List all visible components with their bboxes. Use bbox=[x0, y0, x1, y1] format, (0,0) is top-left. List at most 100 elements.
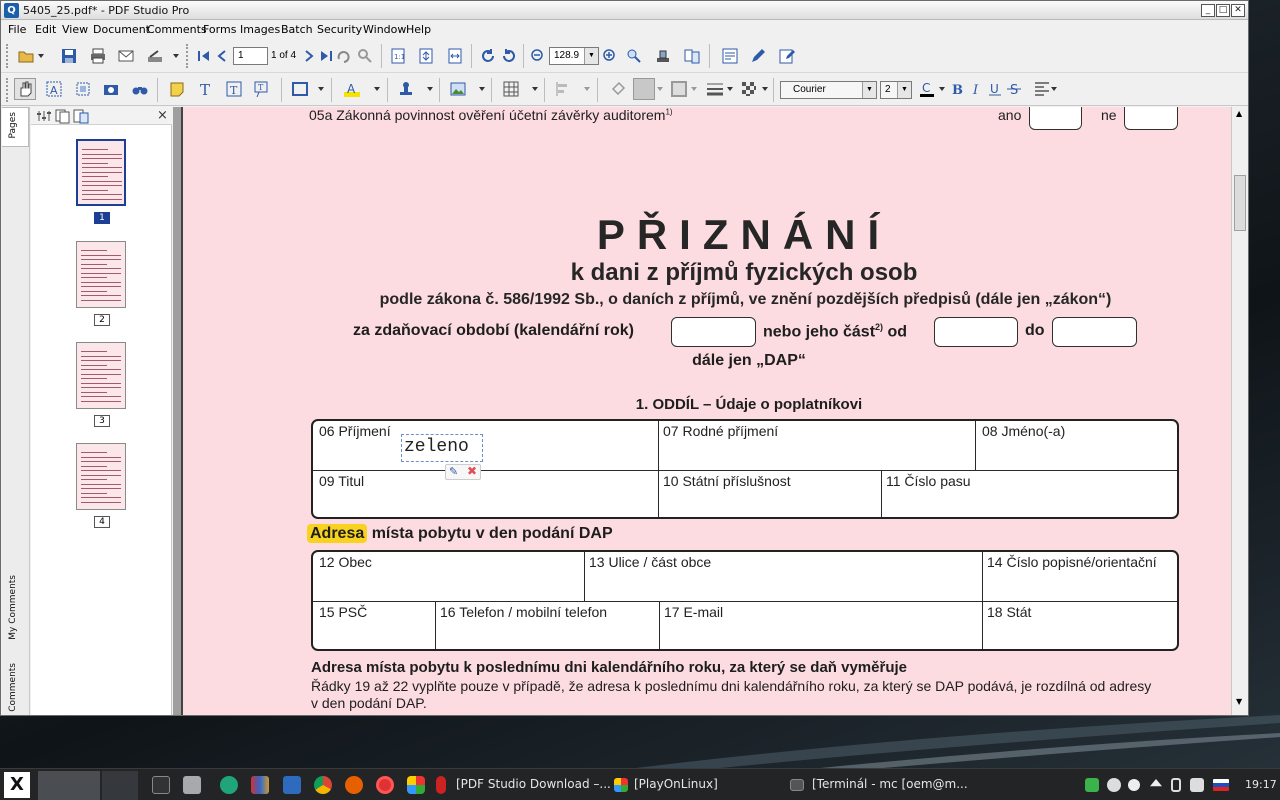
callout-icon[interactable]: T bbox=[251, 78, 273, 100]
chevron-down-icon[interactable]: ▼ bbox=[862, 82, 876, 98]
ano-checkbox[interactable] bbox=[1029, 107, 1082, 130]
grid-icon[interactable] bbox=[500, 78, 522, 100]
network-icon[interactable] bbox=[1107, 778, 1121, 792]
menu-batch[interactable]: Batch bbox=[281, 23, 313, 36]
volume-icon[interactable] bbox=[1190, 778, 1204, 792]
close-panel-icon[interactable]: × bbox=[157, 108, 168, 123]
menu-edit[interactable]: Edit bbox=[35, 23, 56, 36]
scan-dropdown-icon[interactable] bbox=[172, 45, 179, 67]
opera-task-icon[interactable] bbox=[436, 776, 446, 794]
scroll-down-icon[interactable]: ▼ bbox=[1236, 697, 1242, 706]
edit-form-icon[interactable] bbox=[776, 45, 798, 67]
ne-checkbox[interactable] bbox=[1124, 107, 1178, 130]
menu-images[interactable]: Images bbox=[240, 23, 280, 36]
menu-view[interactable]: View bbox=[62, 23, 88, 36]
line-dropdown-icon[interactable] bbox=[726, 78, 733, 100]
opacity-dropdown-icon[interactable] bbox=[761, 78, 768, 100]
scroll-up-icon[interactable]: ▲ bbox=[1236, 109, 1242, 118]
fit-page-icon[interactable] bbox=[415, 45, 437, 67]
text-tool-icon[interactable]: T bbox=[195, 78, 217, 100]
tab-comments[interactable]: Comments bbox=[8, 663, 18, 712]
period-to-field[interactable] bbox=[1052, 317, 1137, 347]
scroll-thumb[interactable] bbox=[1234, 175, 1246, 231]
previous-page-icon[interactable] bbox=[211, 45, 233, 67]
fit-width-icon[interactable] bbox=[444, 45, 466, 67]
border-dropdown-icon[interactable] bbox=[690, 78, 697, 100]
menu-security[interactable]: Security bbox=[317, 23, 362, 36]
highlight-icon[interactable]: A bbox=[341, 78, 363, 100]
go-back-icon[interactable] bbox=[332, 45, 354, 67]
opacity-icon[interactable] bbox=[738, 78, 760, 100]
zoom-combo[interactable]: 128.9 ▼ bbox=[549, 47, 599, 65]
font-color-icon[interactable]: C bbox=[916, 78, 938, 100]
tab-pages-label[interactable]: Pages bbox=[8, 112, 18, 138]
period-from-field[interactable] bbox=[934, 317, 1018, 347]
page-thumbnail-2[interactable] bbox=[76, 241, 126, 308]
zoom-tool-icon[interactable] bbox=[623, 45, 645, 67]
task-pdf-studio-download[interactable]: [PDF Studio Download –... bbox=[456, 777, 611, 791]
text-select-icon[interactable]: A bbox=[43, 78, 65, 100]
zoom-in-icon[interactable] bbox=[599, 45, 621, 67]
menu-help[interactable]: Help bbox=[406, 23, 431, 36]
font-size-select[interactable]: 2 ▼ bbox=[880, 81, 912, 99]
stamp-dropdown-icon[interactable] bbox=[426, 78, 433, 100]
open-dropdown-icon[interactable] bbox=[37, 45, 44, 67]
area-select-icon[interactable] bbox=[72, 78, 94, 100]
image-dropdown-icon[interactable] bbox=[478, 78, 485, 100]
menu-document[interactable]: Document bbox=[93, 23, 150, 36]
save-icon[interactable] bbox=[58, 45, 80, 67]
menu-comments[interactable]: Comments bbox=[147, 23, 207, 36]
fill-color-icon[interactable] bbox=[607, 78, 629, 100]
extract-page-icon[interactable] bbox=[70, 105, 92, 127]
grid-dropdown-icon[interactable] bbox=[531, 78, 538, 100]
align-icon[interactable] bbox=[552, 78, 574, 100]
shape-dropdown-icon[interactable] bbox=[317, 78, 324, 100]
maximize-button[interactable]: □ bbox=[1216, 4, 1230, 17]
terminal-task-icon[interactable] bbox=[790, 779, 804, 791]
search-highlight[interactable]: Adresa bbox=[307, 524, 368, 543]
menu-window[interactable]: Window bbox=[363, 23, 406, 36]
office-icon[interactable] bbox=[283, 776, 301, 794]
zoom-out-icon[interactable] bbox=[527, 45, 549, 67]
form-fields-icon[interactable] bbox=[719, 45, 741, 67]
rotate-clockwise-icon[interactable] bbox=[477, 45, 499, 67]
archive-icon[interactable] bbox=[251, 776, 269, 794]
page-thumbnail-3[interactable] bbox=[76, 342, 126, 409]
start-menu-icon[interactable]: X bbox=[4, 772, 30, 798]
task-playonlinux[interactable]: [PlayOnLinux] bbox=[634, 777, 718, 791]
actual-size-icon[interactable]: 1:1 bbox=[387, 45, 409, 67]
rectangle-icon[interactable] bbox=[289, 78, 311, 100]
fill-swatch[interactable] bbox=[633, 78, 655, 100]
page-number-input[interactable]: 1 bbox=[233, 47, 268, 65]
font-family-select[interactable]: Courier ▼ bbox=[780, 81, 877, 99]
edit-annotation-icon[interactable]: ✎ bbox=[449, 465, 458, 478]
keyboard-layout-flag-icon[interactable] bbox=[1213, 779, 1229, 791]
image-icon[interactable] bbox=[447, 78, 469, 100]
email-icon[interactable] bbox=[115, 45, 137, 67]
eject-icon[interactable] bbox=[1150, 779, 1162, 787]
text-align-dropdown-icon[interactable] bbox=[1050, 78, 1057, 100]
fill-dropdown-icon[interactable] bbox=[656, 78, 663, 100]
sign-icon[interactable] bbox=[747, 45, 769, 67]
tax-year-field[interactable] bbox=[671, 317, 756, 347]
markup-dropdown-icon[interactable] bbox=[373, 78, 380, 100]
font-color-dropdown-icon[interactable] bbox=[938, 78, 945, 100]
add-note-icon[interactable] bbox=[166, 78, 188, 100]
chevron-down-icon[interactable]: ▼ bbox=[897, 82, 911, 98]
rotate-counterclockwise-icon[interactable] bbox=[498, 45, 520, 67]
snapshot-icon[interactable] bbox=[100, 78, 122, 100]
compare-icon[interactable] bbox=[681, 45, 703, 67]
terminal-icon[interactable] bbox=[152, 776, 170, 794]
paperclip-icon[interactable] bbox=[1171, 778, 1181, 792]
app-pinwheel-icon[interactable] bbox=[407, 776, 425, 794]
close-button[interactable]: ✕ bbox=[1231, 4, 1245, 17]
open-icon[interactable] bbox=[15, 45, 37, 67]
app-green-icon[interactable] bbox=[220, 776, 238, 794]
text-annotation[interactable]: zeleno bbox=[401, 434, 483, 462]
minimize-button[interactable]: _ bbox=[1201, 4, 1215, 17]
textbox-icon[interactable]: T bbox=[223, 78, 245, 100]
opera-icon[interactable] bbox=[376, 776, 394, 794]
page-thumbnail-4[interactable] bbox=[76, 443, 126, 510]
tab-my-comments[interactable]: My Comments bbox=[8, 575, 18, 640]
delete-annotation-icon[interactable]: ✖ bbox=[467, 464, 477, 478]
